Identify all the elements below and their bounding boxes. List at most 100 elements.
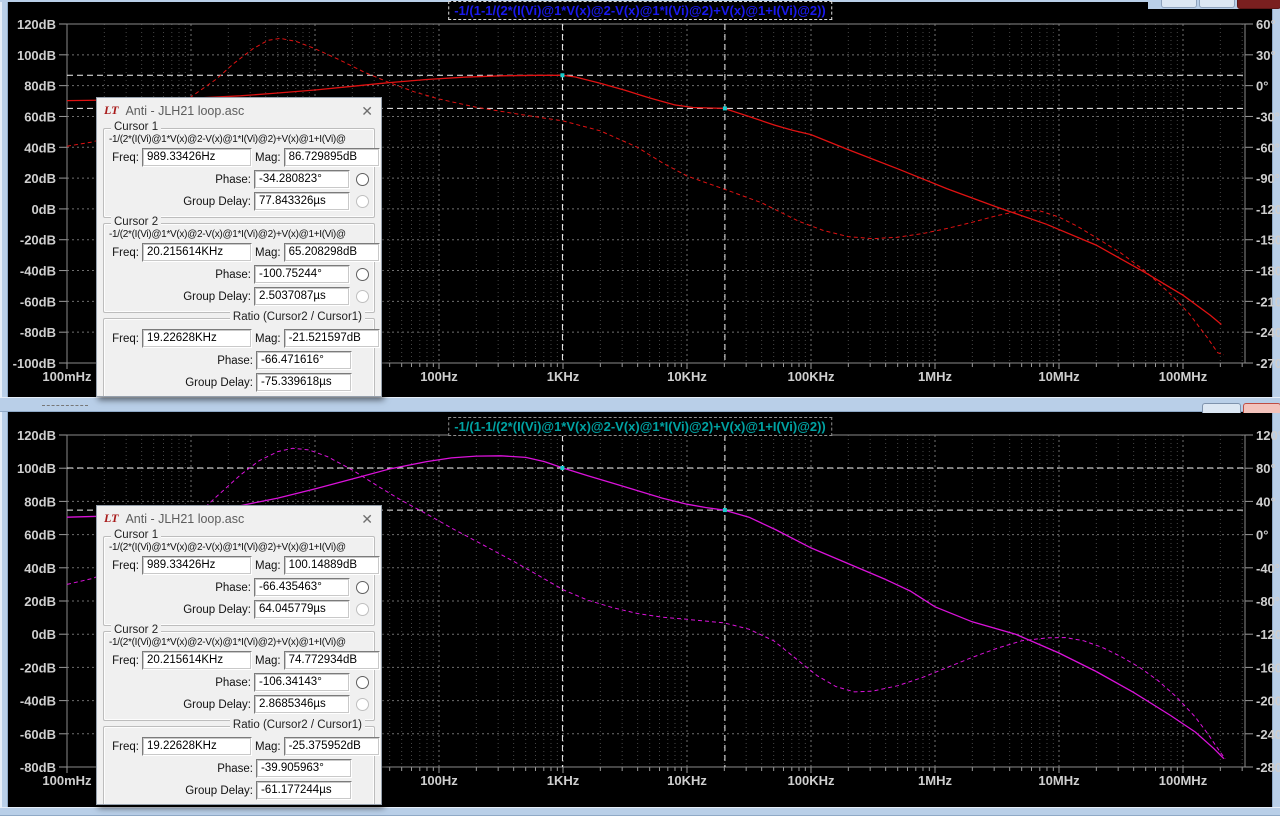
y-right-tick-label: 0° — [1256, 79, 1268, 94]
cursor-dialog[interactable]: LT Anti - JLH21 loop.asc ✕ Cursor 1 -1/(… — [96, 505, 382, 805]
cursor-marker[interactable] — [722, 106, 727, 111]
pane-title[interactable]: -1/(1-1/(2*(I(Vi)@1*V(x)@2-V(x)@1*I(Vi)@… — [448, 417, 832, 436]
maximize-button[interactable] — [1199, 0, 1235, 8]
ratio-mag-field[interactable]: -25.375952dB — [283, 737, 380, 756]
cursor1-mag-field[interactable]: 86.729895dB — [283, 148, 380, 167]
cursor1-phase-radio[interactable] — [356, 581, 369, 594]
dialog-titlebar[interactable]: LT Anti - JLH21 loop.asc ✕ — [97, 98, 381, 123]
cursor1-freq-mag-row: Freq: 989.33426Hz Mag: 86.729895dB — [109, 148, 380, 167]
y-right-tick-label: -210° — [1256, 294, 1280, 309]
cursor1-phase-row: Phase: -34.280823° — [109, 170, 369, 189]
ratio-gdelay-row: Group Delay: -61.177244µs — [109, 781, 369, 800]
cursor-marker[interactable] — [560, 465, 565, 470]
close-icon[interactable]: ✕ — [361, 104, 373, 118]
ratio-group: Ratio (Cursor2 / Cursor1) Freq: 19.22628… — [103, 311, 380, 396]
pane-title[interactable]: -1/(1-1/(2*(I(Vi)@1*V(x)@2-V(x)@1*I(Vi)@… — [448, 1, 832, 20]
y-right-tick-label: 0° — [1256, 528, 1268, 543]
group-delay-label: Group Delay: — [183, 195, 251, 208]
ratio-freq-mag-row: Freq: 19.22628KHz Mag: -25.375952dB — [109, 737, 380, 756]
freq-label: Freq: — [112, 654, 139, 667]
dialog-title: Anti - JLH21 loop.asc — [125, 103, 245, 118]
freq-label: Freq: — [112, 740, 139, 753]
dialog-title: Anti - JLH21 loop.asc — [125, 511, 245, 526]
y-right-tick-label: -280° — [1256, 760, 1280, 775]
y-left-tick-label: -80dB — [20, 760, 56, 775]
close-button[interactable] — [1237, 0, 1280, 9]
y-left-tick-label: 40dB — [24, 561, 56, 576]
cursor2-freq-field[interactable]: 20.215614KHz — [142, 243, 252, 262]
x-tick-label: 100MHz — [1159, 369, 1208, 384]
mag-label: Mag: — [255, 740, 281, 753]
ratio-freq-mag-row: Freq: 19.22628KHz Mag: -21.521597dB — [109, 329, 380, 348]
cursor1-phase-radio[interactable] — [356, 173, 369, 186]
cursor2-mag-field[interactable]: 74.772934dB — [283, 651, 380, 670]
mag-label: Mag: — [255, 654, 281, 667]
y-left-tick-label: 20dB — [24, 594, 56, 609]
close-button[interactable] — [1243, 403, 1280, 413]
ratio-gdelay-field[interactable]: -75.339618µs — [256, 373, 352, 392]
cursor1-legend: Cursor 1 — [111, 121, 162, 133]
y-left-tick-label: -20dB — [20, 233, 56, 248]
minimize-button[interactable] — [1202, 403, 1241, 413]
ratio-mag-field[interactable]: -21.521597dB — [283, 329, 380, 348]
cursor-marker[interactable] — [560, 73, 565, 78]
ratio-freq-field[interactable]: 19.22628KHz — [142, 329, 252, 348]
cursor1-gdelay-field[interactable]: 64.045779µs — [254, 600, 350, 619]
phase-label: Phase: — [215, 173, 251, 186]
ratio-gdelay-row: Group Delay: -75.339618µs — [109, 373, 369, 392]
cursor-marker[interactable] — [722, 508, 727, 513]
cursor1-phase-field[interactable]: -34.280823° — [254, 170, 350, 189]
y-right-tick-label: -160° — [1256, 660, 1280, 675]
cursor1-freq-mag-row: Freq: 989.33426Hz Mag: 100.14889dB — [109, 556, 380, 575]
cursor1-freq-field[interactable]: 989.33426Hz — [142, 556, 252, 575]
cursor2-phase-field[interactable]: -100.75244° — [254, 265, 350, 284]
cursor1-gdelay-field[interactable]: 77.843326µs — [254, 192, 350, 211]
freq-label: Freq: — [112, 559, 139, 572]
y-left-tick-label: 120dB — [17, 17, 56, 32]
cursor2-group: Cursor 2 -1/(2*(I(Vi)@1*V(x)@2-V(x)@1*I(… — [103, 216, 380, 313]
cursor1-expression: -1/(2*(I(Vi)@1*V(x)@2-V(x)@1*I(Vi)@2)+V(… — [109, 542, 346, 553]
y-left-tick-label: -60dB — [20, 294, 56, 309]
cursor2-phase-radio[interactable] — [356, 676, 369, 689]
ratio-phase-field[interactable]: -39.905963° — [256, 759, 352, 778]
cursor2-gdelay-field[interactable]: 2.5037087µs — [254, 287, 350, 306]
cursor-dialog[interactable]: LT Anti - JLH21 loop.asc ✕ Cursor 1 -1/(… — [96, 97, 382, 397]
dialog-titlebar[interactable]: LT Anti - JLH21 loop.asc ✕ — [97, 506, 381, 531]
x-tick-label: 100Hz — [420, 773, 458, 788]
ltspice-logo-icon: LT — [104, 511, 119, 525]
cursor2-gdelay-field[interactable]: 2.8685346µs — [254, 695, 350, 714]
y-right-tick-label: -60° — [1256, 140, 1280, 155]
y-left-tick-label: 80dB — [24, 79, 56, 94]
cursor2-phase-radio[interactable] — [356, 268, 369, 281]
minimize-button[interactable] — [1161, 0, 1197, 8]
y-left-tick-label: 40dB — [24, 140, 56, 155]
cursor1-mag-field[interactable]: 100.14889dB — [283, 556, 380, 575]
x-tick-label: 1MHz — [918, 773, 952, 788]
x-tick-label: 100mHz — [42, 773, 92, 788]
close-icon[interactable]: ✕ — [361, 512, 373, 526]
cursor2-group: Cursor 2 -1/(2*(I(Vi)@1*V(x)@2-V(x)@1*I(… — [103, 624, 380, 721]
y-left-tick-label: -60dB — [20, 727, 56, 742]
cursor2-mag-field[interactable]: 65.208298dB — [283, 243, 380, 262]
cursor2-gdelay-row: Group Delay: 2.5037087µs — [109, 287, 369, 306]
cursor2-phase-field[interactable]: -106.34143° — [254, 673, 350, 692]
mag-label: Mag: — [255, 151, 281, 164]
ratio-gdelay-field[interactable]: -61.177244µs — [256, 781, 352, 800]
cursor2-gdelay-radio — [356, 698, 369, 711]
y-right-tick-label: 40° — [1256, 494, 1276, 509]
y-left-tick-label: 60dB — [24, 109, 56, 124]
y-left-tick-label: 60dB — [24, 528, 56, 543]
ratio-phase-row: Phase: -66.471616° — [109, 351, 369, 370]
ratio-phase-field[interactable]: -66.471616° — [256, 351, 352, 370]
y-right-tick-label: -90° — [1256, 171, 1280, 186]
y-left-tick-label: -80dB — [20, 325, 56, 340]
cursor2-expression: -1/(2*(I(Vi)@1*V(x)@2-V(x)@1*I(Vi)@2)+V(… — [109, 229, 346, 240]
ratio-freq-field[interactable]: 19.22628KHz — [142, 737, 252, 756]
y-right-tick-label: -270° — [1256, 356, 1280, 371]
cursor2-phase-row: Phase: -100.75244° — [109, 265, 369, 284]
group-delay-label: Group Delay: — [183, 603, 251, 616]
cursor2-freq-field[interactable]: 20.215614KHz — [142, 651, 252, 670]
cursor1-freq-field[interactable]: 989.33426Hz — [142, 148, 252, 167]
cursor1-phase-field[interactable]: -66.435463° — [254, 578, 350, 597]
y-right-tick-label: -80° — [1256, 594, 1280, 609]
